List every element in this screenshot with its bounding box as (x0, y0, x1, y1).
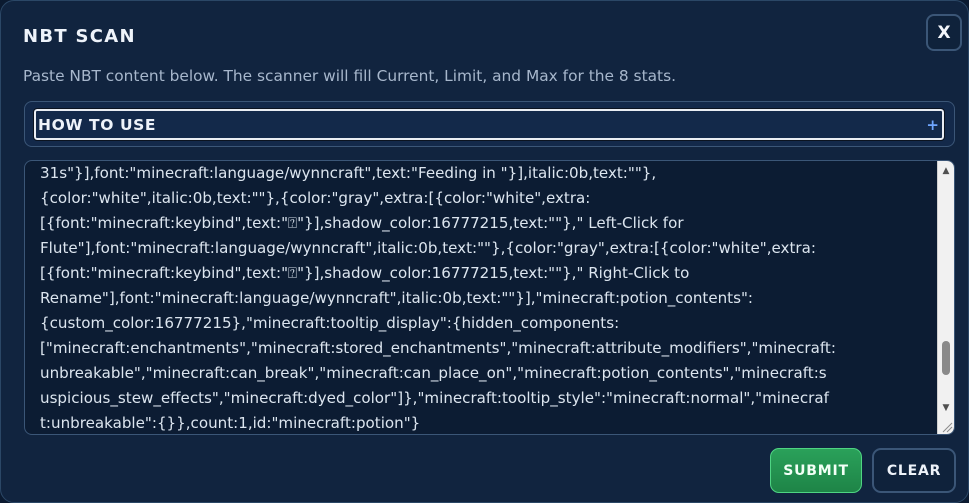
nbt-line: {custom_color:16777215},"minecraft:toolt… (40, 314, 620, 332)
how-to-use-section: HOW TO USE + (24, 101, 955, 147)
submit-button[interactable]: SUBMIT (770, 448, 862, 493)
clear-button[interactable]: CLEAR (872, 448, 956, 493)
nbt-line: uspicious_stew_effects","minecraft:dyed_… (40, 389, 829, 407)
nbt-textarea[interactable]: 31s"}],font:"minecraft:language/wynncraf… (24, 160, 955, 435)
nbt-line: [{font:"minecraft:keybind",text:"⍰"}],sh… (40, 214, 684, 232)
nbt-line: ["minecraft:enchantments","minecraft:sto… (40, 339, 836, 357)
nbt-line: Rename"],font:"minecraft:language/wynncr… (40, 289, 753, 307)
nbt-line: [{font:"minecraft:keybind",text:"⍰"}],sh… (40, 264, 690, 282)
close-icon: X (937, 22, 951, 43)
scrollbar-thumb[interactable] (942, 341, 950, 376)
resize-grip-icon[interactable] (939, 419, 953, 433)
plus-icon: + (926, 115, 939, 134)
nbt-line: unbreakable","minecraft:can_break","mine… (40, 364, 827, 382)
modal-title: NBT SCAN (23, 26, 136, 47)
how-to-use-toggle[interactable]: HOW TO USE + (33, 108, 945, 141)
chevron-up-icon[interactable]: ▲ (938, 163, 954, 179)
nbt-line: Flute"],font:"minecraft:language/wynncra… (40, 239, 816, 257)
nbt-scan-modal: NBT SCAN X Paste NBT content below. The … (0, 0, 969, 503)
nbt-content[interactable]: 31s"}],font:"minecraft:language/wynncraf… (25, 161, 937, 434)
textarea-scrollbar[interactable]: ▲ ▼ (937, 161, 954, 434)
nbt-line: t:unbreakable":{}},count:1,id:"minecraft… (40, 414, 421, 432)
chevron-down-icon[interactable]: ▼ (938, 400, 954, 416)
nbt-line: {color:"white",italic:0b,text:""},{color… (40, 189, 591, 207)
modal-subtitle: Paste NBT content below. The scanner wil… (23, 67, 676, 85)
close-button[interactable]: X (926, 14, 962, 51)
nbt-line: 31s"}],font:"minecraft:language/wynncraf… (40, 164, 657, 182)
how-to-use-label: HOW TO USE (38, 115, 157, 134)
